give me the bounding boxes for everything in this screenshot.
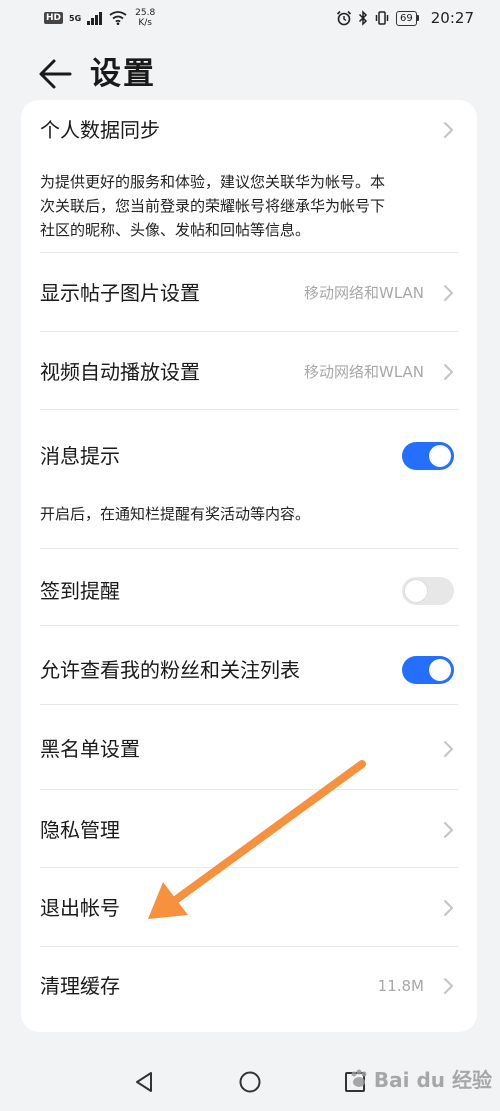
setting-blacklist[interactable]: 黑名单设置 [40, 705, 458, 789]
setting-title: 视频自动播放设置 [40, 360, 200, 384]
vibrate-icon [375, 11, 389, 25]
wifi-icon [109, 11, 127, 25]
setting-title: 退出帐号 [40, 896, 120, 920]
network-speed: 25.8 K/s [135, 8, 155, 28]
fans-visibility-toggle[interactable] [402, 656, 454, 684]
setting-post-images[interactable]: 显示帖子图片设置 移动网络和WLAN [40, 253, 458, 331]
setting-clear-cache[interactable]: 清理缓存 11.8M [40, 947, 458, 1025]
baidu-watermark: Bai du 经验 [348, 1064, 492, 1093]
setting-title: 签到提醒 [40, 579, 120, 603]
setting-personal-data-sync[interactable]: 个人数据同步 为提供更好的服务和体验，建议您关联华为帐号。本 次关联后，您当前登… [40, 100, 458, 252]
network-speed-unit: K/s [138, 18, 152, 28]
setting-logout[interactable]: 退出帐号 [40, 868, 458, 946]
setting-value: 移动网络和WLAN [303, 284, 424, 302]
setting-privacy[interactable]: 隐私管理 [40, 790, 458, 867]
status-left: HD 5G 25.8 K/s [44, 8, 155, 28]
watermark-text: Bai du 经验 [373, 1068, 492, 1092]
toggle-knob [405, 580, 427, 602]
battery-indicator: 69 [396, 10, 419, 26]
chevron-right-icon [444, 978, 453, 994]
setting-title: 黑名单设置 [40, 737, 140, 761]
network-type-label: 5G [69, 13, 82, 23]
setting-description: 开启后，在通知栏提醒有奖活动等内容。 [40, 505, 311, 523]
setting-video-autoplay[interactable]: 视频自动播放设置 移动网络和WLAN [40, 332, 458, 409]
back-triangle-icon[interactable] [130, 1068, 158, 1096]
hd-badge: HD [44, 12, 64, 24]
chevron-right-icon [444, 285, 453, 301]
paw-logo-icon [351, 1069, 367, 1087]
setting-description-line: 社区的昵称、头像、发帖和回帖等信息。 [40, 221, 311, 239]
chevron-right-icon [444, 822, 453, 838]
setting-title: 个人数据同步 [40, 118, 160, 142]
title-bar: 设置 [0, 42, 500, 106]
setting-title: 清理缓存 [40, 974, 120, 998]
clock: 20:27 [430, 9, 474, 27]
setting-value: 11.8M [377, 977, 424, 995]
chevron-right-icon [444, 122, 453, 138]
settings-card: 个人数据同步 为提供更好的服务和体验，建议您关联华为帐号。本 次关联后，您当前登… [21, 100, 477, 1032]
toggle-knob [429, 445, 451, 467]
notifications-toggle[interactable] [402, 442, 454, 470]
chevron-right-icon [444, 364, 453, 380]
page-title: 设置 [90, 56, 156, 92]
setting-description-line: 次关联后，您当前登录的荣耀帐号将继承华为帐号下 [40, 197, 386, 215]
chevron-right-icon [444, 741, 453, 757]
setting-value: 移动网络和WLAN [303, 363, 424, 381]
battery-tip [416, 15, 419, 21]
cellular-signal-icon [87, 12, 103, 25]
checkin-reminder-toggle[interactable] [402, 577, 454, 605]
setting-fans-visibility: 允许查看我的粉丝和关注列表 [40, 626, 458, 704]
back-button[interactable] [36, 54, 76, 94]
alarm-icon [336, 10, 352, 26]
setting-checkin-reminder: 签到提醒 [40, 549, 458, 625]
setting-description-line: 为提供更好的服务和体验，建议您关联华为帐号。本 [40, 173, 386, 191]
setting-title: 消息提示 [40, 444, 120, 468]
network-speed-value: 25.8 [135, 8, 156, 18]
chevron-right-icon [444, 900, 453, 916]
bluetooth-icon [359, 10, 368, 26]
setting-title: 显示帖子图片设置 [40, 281, 200, 305]
status-bar: HD 5G 25.8 K/s 69 20:27 [0, 0, 500, 36]
home-circle-icon[interactable] [236, 1068, 264, 1096]
battery-level: 69 [396, 10, 417, 26]
toggle-knob [429, 659, 451, 681]
setting-title: 隐私管理 [40, 818, 120, 842]
setting-title: 允许查看我的粉丝和关注列表 [40, 658, 300, 682]
status-right: 69 20:27 [336, 9, 474, 27]
setting-notifications: 消息提示 开启后，在通知栏提醒有奖活动等内容。 [40, 410, 458, 548]
back-arrow-icon [39, 59, 72, 89]
